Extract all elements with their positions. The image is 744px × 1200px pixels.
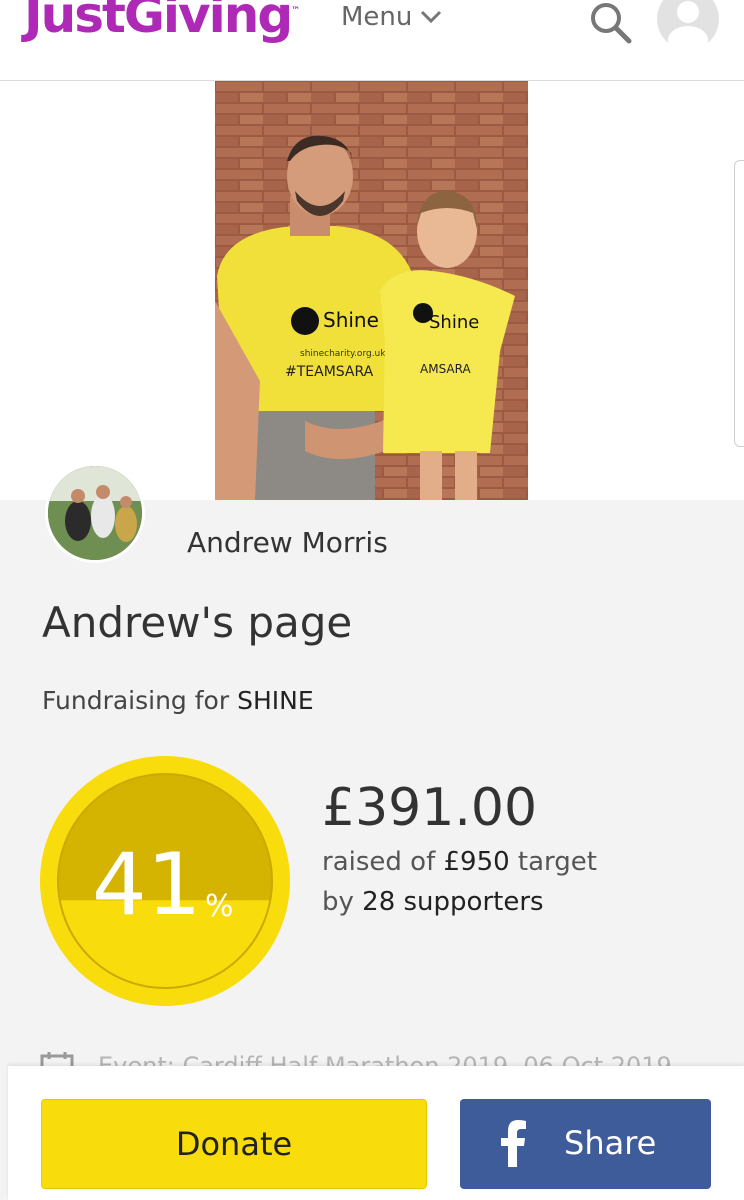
chevron-down-icon: [421, 10, 442, 24]
svg-text:Shine: Shine: [429, 312, 479, 333]
user-icon: [668, 1, 708, 50]
supporters-count: 28 supporters: [362, 887, 544, 917]
menu-label: Menu: [341, 2, 413, 32]
fundraising-for: Fundraising for SHINE: [42, 686, 314, 715]
charity-link[interactable]: SHINE: [237, 686, 314, 715]
supporters-line: by 28 supporters: [322, 887, 544, 917]
fundraiser-avatar: [45, 463, 145, 563]
owner-name: Andrew Morris: [187, 526, 388, 559]
scroll-handle[interactable]: [734, 160, 744, 447]
user-avatar[interactable]: [657, 0, 719, 50]
share-label: Share: [564, 1124, 657, 1162]
target-line: raised of £950 target: [322, 847, 597, 877]
fundraising-prefix: Fundraising for: [42, 686, 230, 715]
donate-button[interactable]: Donate: [41, 1099, 427, 1189]
hero-photo: Shine shinecharity.org.uk #TEAMSARA Shin…: [215, 81, 528, 500]
rugby-photo: [48, 466, 142, 560]
facebook-icon: [501, 1120, 526, 1167]
shirt-tag: #TEAMSARA: [285, 364, 374, 380]
search-icon[interactable]: [588, 0, 634, 46]
svg-text:AMSARA: AMSARA: [420, 362, 471, 376]
target-amount: £950: [443, 847, 510, 877]
percent-sign: %: [205, 889, 234, 924]
progress-percent: 41: [92, 835, 201, 935]
justgiving-logo[interactable]: JustGiving™: [24, 0, 300, 44]
shirt-url: shinecharity.org.uk: [300, 349, 386, 359]
shirt-brand: Shine: [323, 308, 379, 332]
progress-circle: 41 %: [40, 756, 290, 1006]
menu-button[interactable]: Menu: [341, 2, 442, 32]
raised-amount: £391.00: [322, 778, 538, 838]
page-title: Andrew's page: [42, 598, 353, 647]
top-nav: JustGiving™ Menu: [0, 0, 744, 81]
share-button[interactable]: Share: [460, 1099, 711, 1189]
donate-label: Donate: [175, 1125, 293, 1163]
